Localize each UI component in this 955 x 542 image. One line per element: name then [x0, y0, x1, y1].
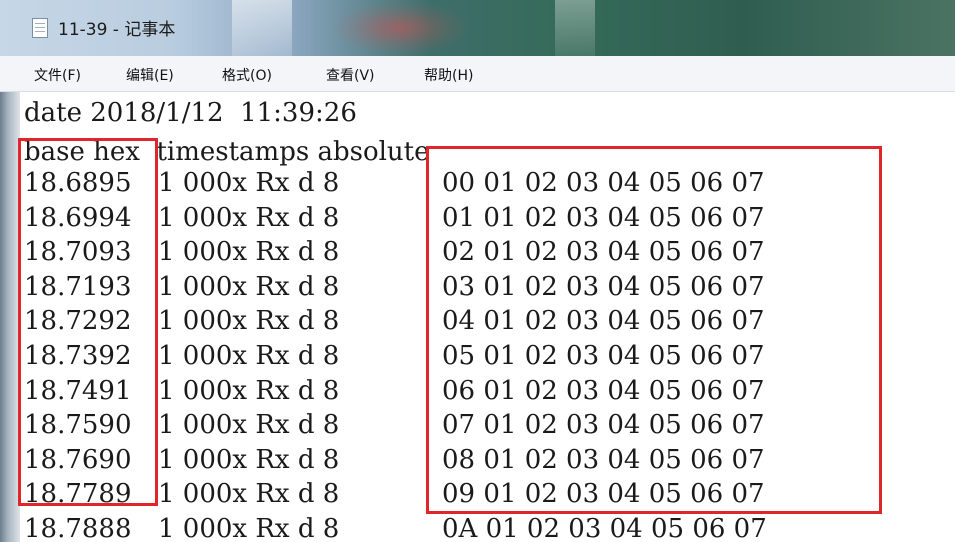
row-timestamp: 18.7590 — [24, 410, 132, 441]
row-data-bytes: 08 01 02 03 04 05 06 07 — [442, 444, 765, 475]
row-data-bytes: 00 01 02 03 04 05 06 07 — [442, 168, 765, 198]
title-bar-glow — [330, 0, 470, 56]
notepad-window: 11-39 - 记事本 文件(F) 编辑(E) 格式(O) 查看(V) 帮助(H… — [0, 0, 955, 542]
row-data-bytes: 09 01 02 03 04 05 06 07 — [442, 479, 765, 510]
row-data-bytes: 03 01 02 03 04 05 06 07 — [442, 271, 765, 302]
title-bar-glass-highlight — [232, 0, 292, 56]
menu-edit[interactable]: 编辑(E) — [126, 65, 174, 85]
row-timestamp: 18.7888 — [24, 514, 132, 542]
notepad-icon[interactable] — [32, 18, 48, 38]
row-fields: 1 000x Rx d 8 — [158, 341, 340, 371]
row-fields: 1 000x Rx d 8 — [158, 410, 340, 441]
row-timestamp: 18.7789 — [24, 479, 132, 510]
row-data-bytes: 06 01 02 03 04 05 06 07 — [442, 375, 765, 406]
row-data-bytes: 07 01 02 03 04 05 06 07 — [442, 410, 765, 441]
row-fields: 1 000x Rx d 8 — [158, 479, 340, 510]
row-fields: 1 000x Rx d 8 — [158, 444, 340, 475]
row-data-bytes: 05 01 02 03 04 05 06 07 — [442, 341, 765, 371]
row-fields: 1 000x Rx d 8 — [158, 237, 340, 268]
row-timestamp: 18.7093 — [24, 237, 132, 268]
row-fields: 1 000x Rx d 8 — [158, 514, 340, 542]
row-fields: 1 000x Rx d 8 — [158, 168, 340, 198]
menu-help[interactable]: 帮助(H) — [424, 65, 473, 85]
row-data-bytes: 02 01 02 03 04 05 06 07 — [442, 237, 765, 268]
menu-view[interactable]: 查看(V) — [326, 65, 375, 85]
header-line-columns: base hex timestamps absolute — [24, 137, 430, 167]
row-timestamp: 18.7193 — [24, 271, 132, 302]
row-timestamp: 18.6895 — [24, 168, 132, 198]
row-data-bytes: 0A 01 02 03 04 05 06 07 — [442, 514, 767, 542]
row-fields: 1 000x Rx d 8 — [158, 271, 340, 302]
row-timestamp: 18.7690 — [24, 444, 132, 475]
row-fields: 1 000x Rx d 8 — [158, 306, 340, 337]
window-left-border — [0, 92, 20, 542]
header-line-date: date 2018/1/12 11:39:26 — [24, 98, 357, 128]
row-timestamp: 18.7392 — [24, 341, 132, 371]
row-timestamp: 18.7292 — [24, 306, 132, 337]
menu-bar: 文件(F) 编辑(E) 格式(O) 查看(V) 帮助(H) — [0, 56, 955, 92]
row-data-bytes: 04 01 02 03 04 05 06 07 — [442, 306, 765, 337]
title-bar-glass-highlight-2 — [555, 0, 595, 56]
row-timestamp: 18.6994 — [24, 202, 132, 233]
text-editor[interactable]: date 2018/1/12 11:39:26 base hex timesta… — [0, 92, 955, 542]
row-fields: 1 000x Rx d 8 — [158, 375, 340, 406]
title-bar[interactable]: 11-39 - 记事本 — [0, 0, 955, 56]
menu-file[interactable]: 文件(F) — [34, 65, 81, 85]
row-fields: 1 000x Rx d 8 — [158, 202, 340, 233]
menu-format[interactable]: 格式(O) — [222, 65, 272, 85]
window-title: 11-39 - 记事本 — [58, 20, 176, 40]
row-data-bytes: 01 01 02 03 04 05 06 07 — [442, 202, 765, 233]
row-timestamp: 18.7491 — [24, 375, 132, 406]
